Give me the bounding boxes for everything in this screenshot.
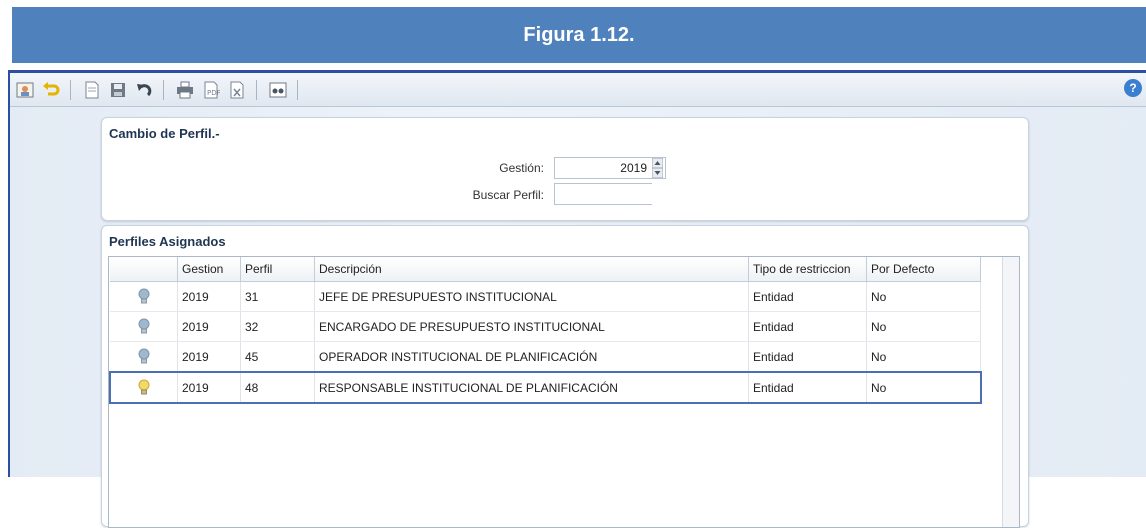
perfil-cell: 31: [240, 281, 315, 312]
toolbar-separator: [70, 79, 71, 100]
content-area: Cambio de Perfil.- Gestión: 2019 Buscar …: [10, 107, 1146, 528]
buscar-perfil-label: Buscar Perfil:: [472, 188, 544, 202]
buscar-perfil-input[interactable]: [554, 183, 652, 205]
tipo-cell: Entidad: [748, 311, 867, 342]
toolbar-separator: [163, 79, 164, 100]
status-cell: [109, 371, 178, 404]
toolbar-separator: [256, 79, 257, 100]
vertical-scrollbar[interactable]: [1002, 257, 1019, 527]
descripcion-cell: OPERADOR INSTITUCIONAL DE PLANIFICACIÓN: [314, 341, 749, 373]
descripcion-cell: ENCARGADO DE PRESUPUESTO INSTITUCIONAL: [314, 311, 749, 342]
column-header-gestion[interactable]: Gestion: [177, 257, 241, 282]
status-cell: [110, 311, 178, 342]
tipo-cell: Entidad: [748, 341, 867, 373]
lightbulb-off-icon: [138, 288, 149, 303]
table-row[interactable]: 2019 31 JEFE DE PRESUPUESTO INSTITUCIONA…: [110, 281, 981, 312]
tipo-cell: Entidad: [748, 371, 867, 404]
figure-banner: Figura 1.12.: [12, 7, 1146, 63]
perfil-cell: 32: [240, 311, 315, 342]
column-header-tipo[interactable]: Tipo de restriccion: [748, 257, 867, 282]
por-defecto-cell: No: [866, 281, 981, 312]
gestion-cell: 2019: [177, 281, 241, 312]
export-excel-icon[interactable]: [226, 79, 248, 101]
por-defecto-cell: No: [866, 341, 981, 373]
table-row[interactable]: 2019 45 OPERADOR INSTITUCIONAL DE PLANIF…: [110, 341, 981, 373]
print-icon[interactable]: [174, 79, 196, 101]
figure-title: Figura 1.12.: [523, 23, 635, 46]
status-cell: [110, 281, 178, 312]
column-header-por-defecto[interactable]: Por Defecto: [866, 257, 981, 282]
lightbulb-off-icon: [138, 318, 149, 333]
column-header-descripcion[interactable]: Descripción: [314, 257, 749, 282]
descripcion-cell: JEFE DE PRESUPUESTO INSTITUCIONAL: [314, 281, 749, 312]
table-header-row: Gestion Perfil Descripción Tipo de restr…: [110, 257, 981, 282]
column-header-icon[interactable]: [110, 257, 178, 282]
panel-title: Perfiles Asignados: [109, 234, 226, 249]
profile-icon[interactable]: [14, 79, 36, 101]
perfiles-table: Gestion Perfil Descripción Tipo de restr…: [109, 257, 982, 404]
app-window: PDF ? Cambio de Perfil.- Gestión: 2019 B…: [8, 70, 1146, 528]
perfil-cell: 45: [240, 341, 315, 373]
toolbar: PDF ?: [10, 73, 1146, 107]
table-row-selected[interactable]: 2019 48 RESPONSABLE INSTITUCIONAL DE PLA…: [109, 371, 982, 404]
perfiles-asignados-panel: Perfiles Asignados Gestion Perfil Descri…: [101, 225, 1029, 528]
perfil-cell: 48: [240, 371, 315, 404]
column-header-perfil[interactable]: Perfil: [240, 257, 315, 282]
status-cell: [110, 341, 178, 373]
gestion-input[interactable]: 2019: [554, 157, 666, 179]
tipo-cell: Entidad: [748, 281, 867, 312]
panel-title: Cambio de Perfil.-: [109, 126, 220, 141]
cambio-perfil-panel: Cambio de Perfil.- Gestión: 2019 Buscar …: [101, 117, 1029, 221]
gestion-cell: 2019: [177, 311, 241, 342]
lightbulb-on-icon: [138, 379, 150, 394]
descripcion-cell: RESPONSABLE INSTITUCIONAL DE PLANIFICACI…: [314, 371, 749, 404]
preview-icon[interactable]: [267, 79, 289, 101]
new-document-icon[interactable]: [81, 79, 103, 101]
toolbar-separator: [297, 79, 298, 100]
por-defecto-cell: No: [866, 311, 981, 342]
lightbulb-off-icon: [138, 348, 149, 363]
export-pdf-icon[interactable]: PDF: [200, 79, 222, 101]
gestion-cell: 2019: [177, 371, 241, 404]
gestion-label: Gestión:: [499, 161, 544, 175]
perfiles-grid: Gestion Perfil Descripción Tipo de restr…: [108, 256, 1020, 528]
por-defecto-cell: No: [866, 371, 982, 404]
save-icon[interactable]: [107, 79, 129, 101]
table-row[interactable]: 2019 32 ENCARGADO DE PRESUPUESTO INSTITU…: [110, 311, 981, 342]
back-icon[interactable]: [40, 79, 62, 101]
undo-icon[interactable]: [133, 79, 155, 101]
svg-text:PDF: PDF: [207, 89, 220, 97]
gestion-cell: 2019: [177, 341, 241, 373]
help-icon[interactable]: ?: [1124, 79, 1142, 97]
gestion-spinner-icon[interactable]: [652, 158, 663, 178]
